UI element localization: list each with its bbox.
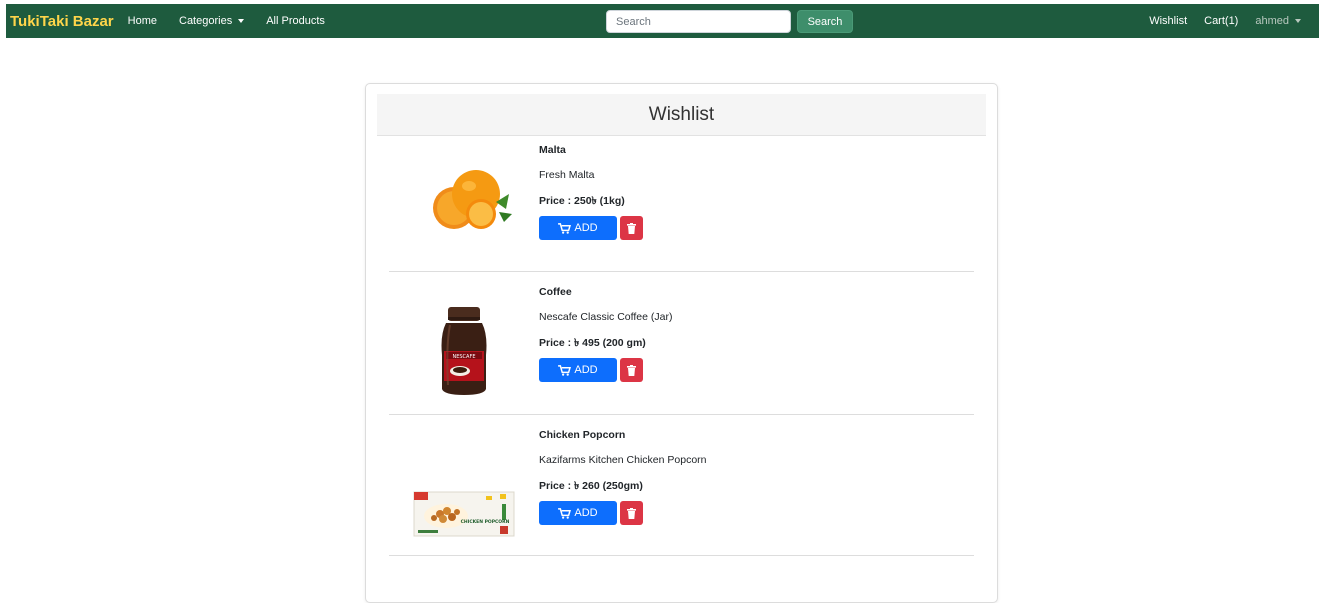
top-navbar: TukiTaki Bazar Home Categories All Produ… <box>6 4 1319 38</box>
item-price: Price : ৳ 495 (200 gm) <box>539 337 646 349</box>
search-button[interactable]: Search <box>797 10 853 33</box>
item-description: Kazifarms Kitchen Chicken Popcorn <box>539 454 707 466</box>
item-name: Malta <box>539 144 566 156</box>
add-label: ADD <box>574 364 598 376</box>
trash-icon <box>627 364 636 376</box>
add-label: ADD <box>574 222 598 234</box>
item-name: Chicken Popcorn <box>539 429 626 441</box>
popcorn-box-image: CHICKEN POPCORN <box>389 459 539 569</box>
item-description: Nescafe Classic Coffee (Jar) <box>539 311 673 323</box>
chevron-down-icon <box>1295 19 1301 23</box>
wishlist-item: NESCAFE Coffee Nescafe Classic Coffee (J… <box>389 286 974 415</box>
nav-right-group: Wishlist Cart(1) ahmed <box>1132 4 1301 38</box>
remove-from-wishlist-button[interactable] <box>620 216 643 240</box>
nav-categories-label: Categories <box>179 15 233 27</box>
brand-logo[interactable]: TukiTaki Bazar <box>10 13 114 30</box>
nav-all-products-link[interactable]: All Products <box>266 15 325 27</box>
coffee-brand-label: NESCAFE <box>452 354 475 360</box>
chevron-down-icon <box>238 19 245 23</box>
item-price: Price : ৳ 260 (250gm) <box>539 480 643 492</box>
search-form: Search <box>606 10 853 33</box>
nav-wishlist-link[interactable]: Wishlist <box>1149 15 1187 27</box>
popcorn-box-label: CHICKEN POPCORN <box>461 519 510 525</box>
item-name: Coffee <box>539 286 572 298</box>
nav-cart-link[interactable]: Cart(1) <box>1204 15 1238 27</box>
wishlist-title: Wishlist <box>377 94 986 136</box>
add-to-cart-button[interactable]: ADD <box>539 501 617 525</box>
wishlist-item: Malta Fresh Malta Price : 250৳ (1kg) ADD <box>389 144 974 272</box>
wishlist-card: Wishlist Malta Fresh Malta Price : 250৳ … <box>365 83 998 603</box>
user-menu-dropdown[interactable]: ahmed <box>1255 15 1301 27</box>
user-name: ahmed <box>1255 15 1289 27</box>
nav-categories-dropdown[interactable]: Categories <box>179 15 245 27</box>
add-to-cart-button[interactable]: ADD <box>539 358 617 382</box>
trash-icon <box>627 507 636 519</box>
cart-icon <box>558 222 572 234</box>
cart-icon <box>558 364 572 376</box>
add-label: ADD <box>574 507 598 519</box>
coffee-jar-image: NESCAFE <box>389 296 539 406</box>
nav-home-link[interactable]: Home <box>128 15 157 27</box>
remove-from-wishlist-button[interactable] <box>620 358 643 382</box>
remove-from-wishlist-button[interactable] <box>620 501 643 525</box>
add-to-cart-button[interactable]: ADD <box>539 216 617 240</box>
cart-icon <box>558 507 572 519</box>
search-input[interactable] <box>606 10 791 33</box>
item-description: Fresh Malta <box>539 169 595 181</box>
item-price: Price : 250৳ (1kg) <box>539 195 625 207</box>
wishlist-item: CHICKEN POPCORN Chicken Popcorn Kazifarm… <box>389 429 974 556</box>
orange-image <box>389 144 539 254</box>
trash-icon <box>627 222 636 234</box>
